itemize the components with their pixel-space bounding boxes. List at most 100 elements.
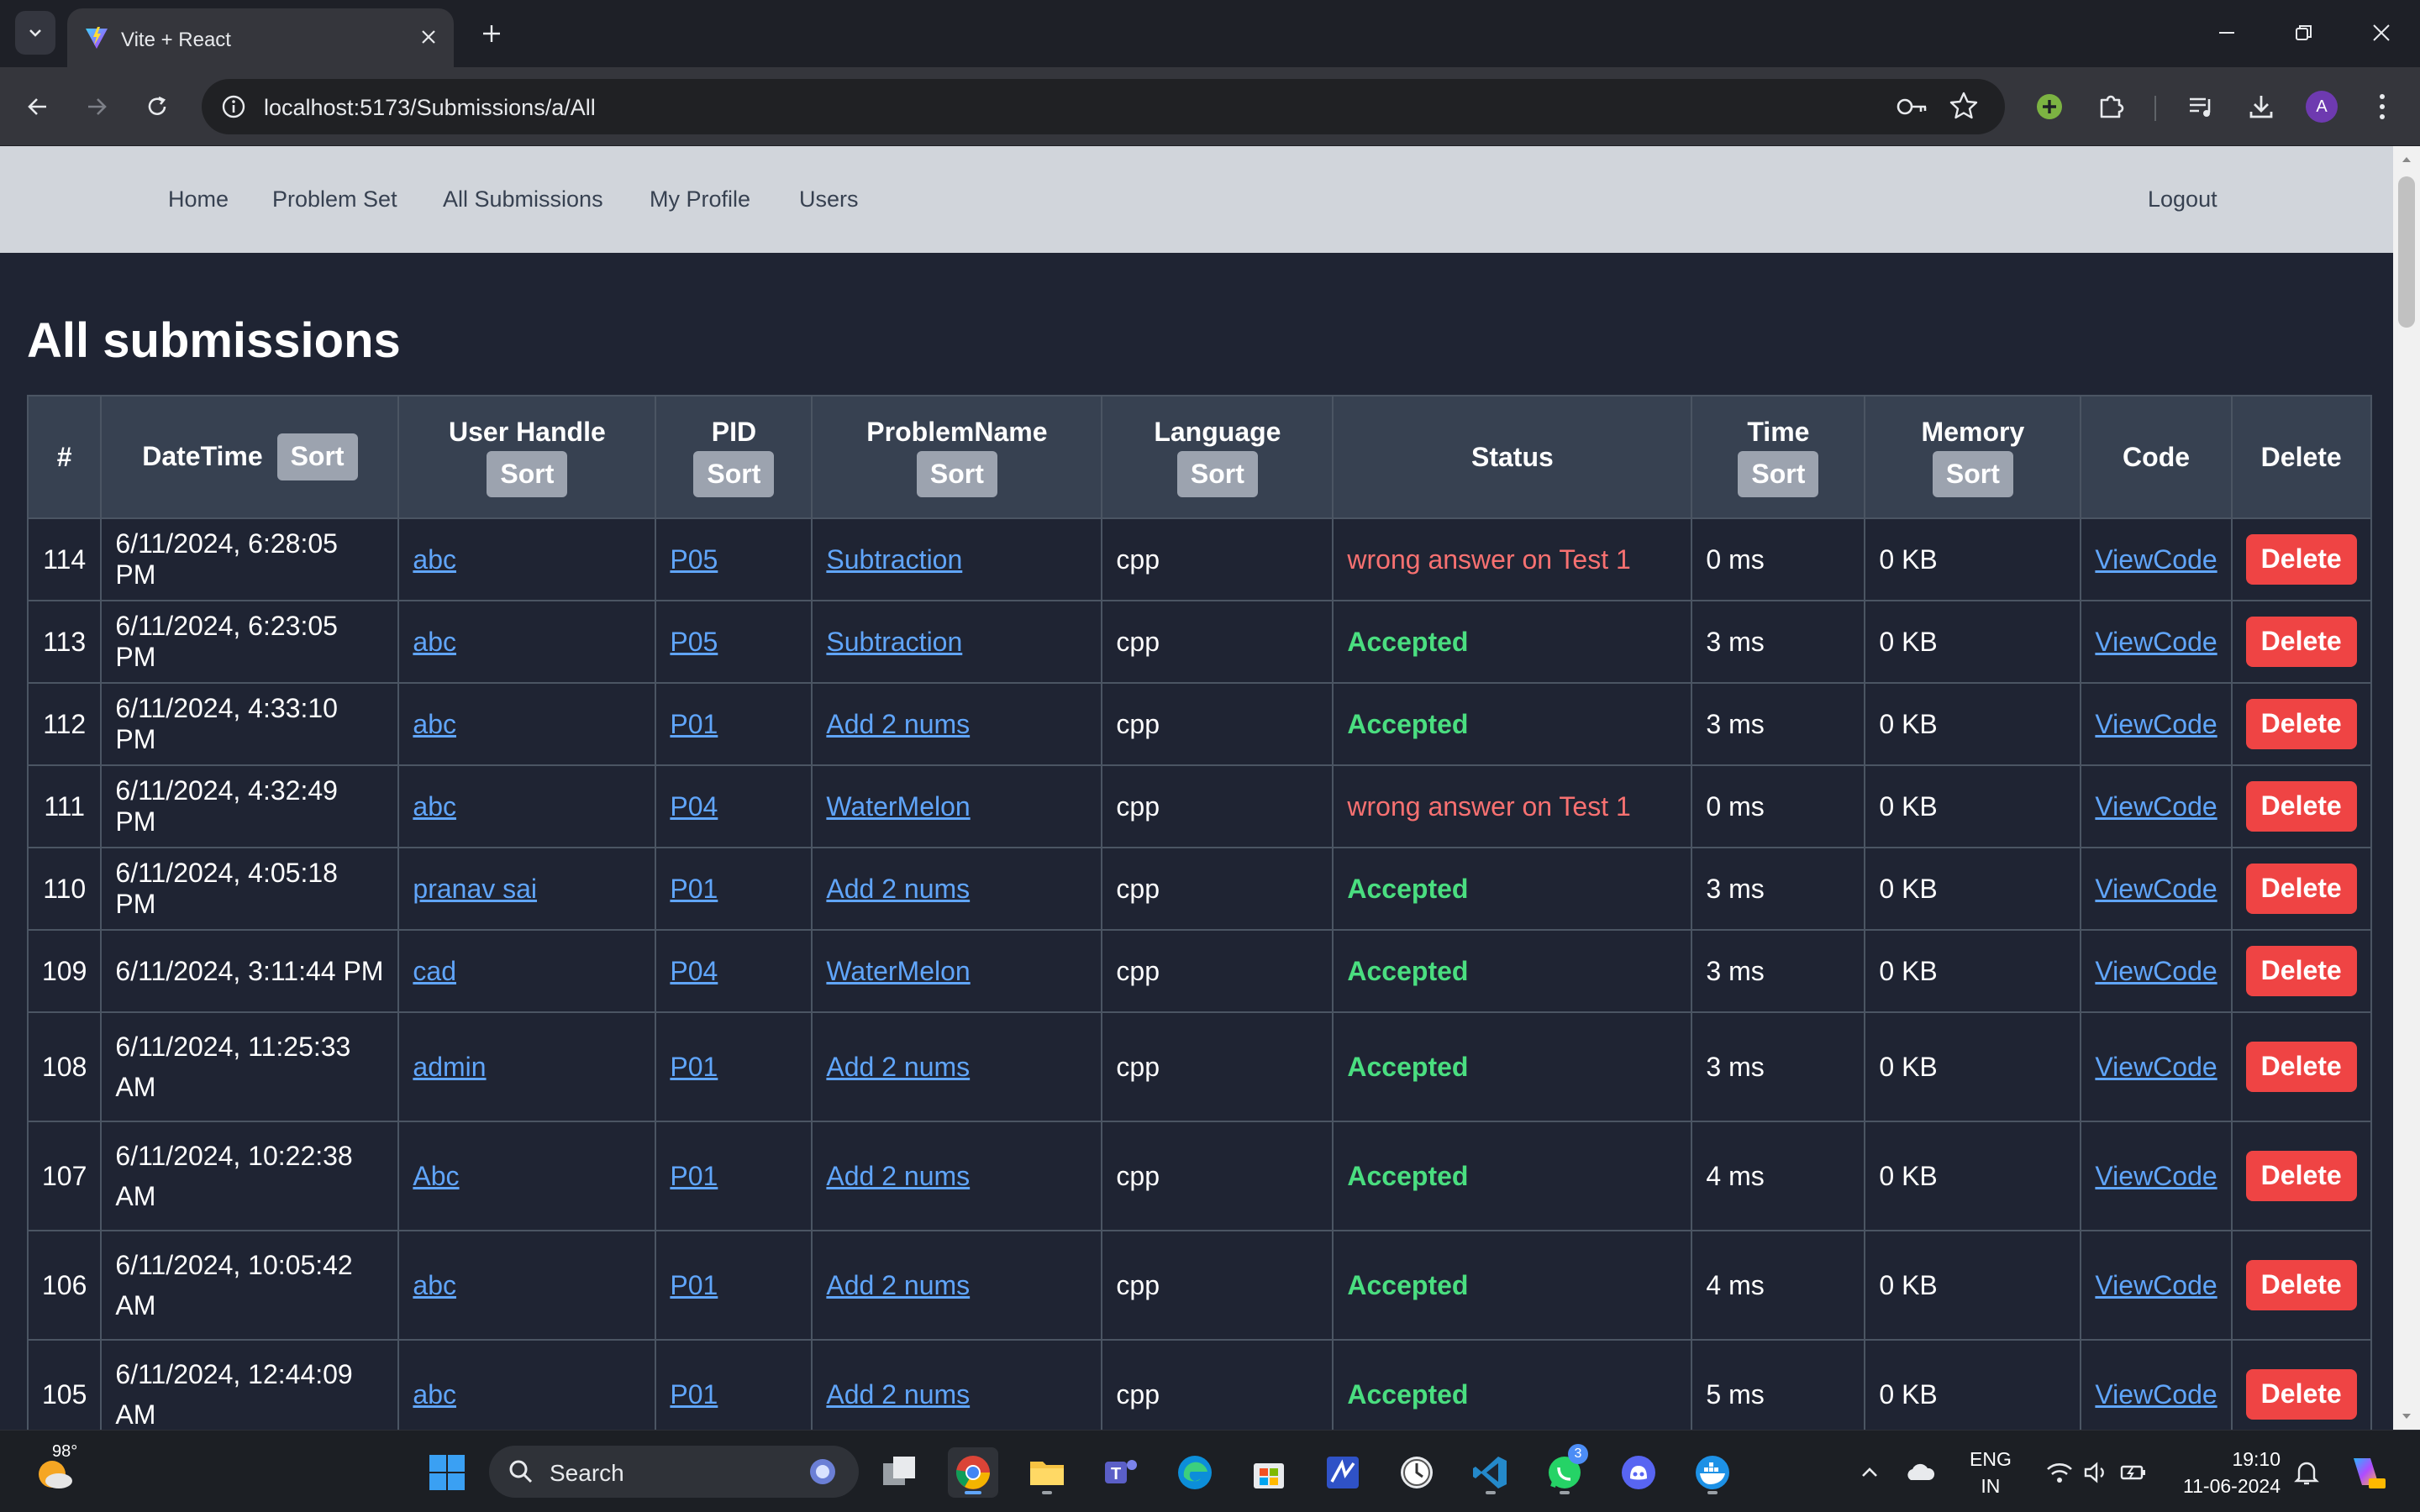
view-code-link[interactable]: ViewCode [2095,1270,2217,1300]
start-button[interactable] [422,1447,472,1498]
tab-search-button[interactable] [15,11,55,55]
nav-link-problem-set[interactable]: Problem Set [272,186,397,213]
copilot-button[interactable] [2341,1447,2391,1498]
reload-button[interactable] [136,86,178,128]
taskbar-store[interactable] [1244,1447,1294,1498]
delete-button[interactable]: Delete [2245,1369,2357,1420]
scroll-up-icon[interactable] [2400,153,2413,166]
view-code-link[interactable]: ViewCode [2095,956,2217,986]
extensions-menu-button[interactable] [2089,84,2134,129]
sort-time-button[interactable]: Sort [1738,450,1819,498]
tab-close-button[interactable] [413,22,444,52]
user-handle-link[interactable]: abc [413,544,456,575]
user-handle-link[interactable]: abc [413,709,456,739]
view-code-link[interactable]: ViewCode [2095,1161,2217,1191]
nav-link-my-profile[interactable]: My Profile [650,186,750,213]
pid-link[interactable]: P01 [670,1270,718,1300]
logout-link[interactable]: Logout [2148,186,2217,213]
pid-link[interactable]: P01 [670,1379,718,1410]
delete-button[interactable]: Delete [2245,534,2357,585]
quick-settings-button[interactable] [2033,1447,2160,1498]
problem-name-link[interactable]: Add 2 nums [826,874,970,904]
taskbar-teams[interactable]: T [1096,1447,1146,1498]
extension-button[interactable] [2027,84,2072,129]
browser-tab-active[interactable]: Vite + React [67,8,454,67]
scroll-down-icon[interactable] [2400,1410,2413,1423]
user-handle-link[interactable]: abc [413,791,456,822]
onedrive-button[interactable] [1899,1447,1941,1498]
taskbar-discord[interactable] [1613,1447,1664,1498]
forward-button[interactable] [76,86,118,128]
delete-button[interactable]: Delete [2245,864,2357,914]
sort-datetime-button[interactable]: Sort [276,433,358,480]
user-handle-link[interactable]: Abc [413,1161,459,1191]
profile-button[interactable]: A [2299,84,2344,129]
user-handle-link[interactable]: abc [413,1379,456,1410]
address-bar[interactable]: localhost:5173/Submissions/a/All [202,79,2005,134]
user-handle-link[interactable]: abc [413,1270,456,1300]
pid-link[interactable]: P05 [670,544,718,575]
view-code-link[interactable]: ViewCode [2095,544,2217,575]
url-text[interactable]: localhost:5173/Submissions/a/All [264,95,596,121]
delete-button[interactable]: Delete [2245,781,2357,832]
sort-pid-button[interactable]: Sort [693,450,775,498]
problem-name-link[interactable]: Subtraction [826,627,962,657]
view-code-link[interactable]: ViewCode [2095,627,2217,657]
taskbar-app-editor[interactable] [1318,1447,1368,1498]
pid-link[interactable]: P01 [670,1161,718,1191]
taskbar-edge[interactable] [1170,1447,1220,1498]
view-code-link[interactable]: ViewCode [2095,709,2217,739]
view-code-link[interactable]: ViewCode [2095,791,2217,822]
delete-button[interactable]: Delete [2245,617,2357,667]
page-scrollbar[interactable] [2393,146,2420,1430]
downloads-button[interactable] [2238,84,2284,129]
view-code-link[interactable]: ViewCode [2095,1052,2217,1082]
bookmark-star-icon[interactable] [1948,90,1980,122]
user-handle-link[interactable]: pranav sai [413,874,537,904]
delete-button[interactable]: Delete [2245,699,2357,749]
back-button[interactable] [17,86,59,128]
password-key-icon[interactable] [1896,91,1929,123]
problem-name-link[interactable]: Add 2 nums [826,1161,970,1191]
task-view-button[interactable] [874,1447,924,1498]
close-window-button[interactable] [2356,13,2407,52]
problem-name-link[interactable]: Add 2 nums [826,1052,970,1082]
new-tab-button[interactable] [473,15,510,52]
pid-link[interactable]: P04 [670,791,718,822]
pid-link[interactable]: P05 [670,627,718,657]
taskbar-clock-app[interactable] [1392,1447,1442,1498]
problem-name-link[interactable]: Subtraction [826,544,962,575]
view-code-link[interactable]: ViewCode [2095,1379,2217,1410]
sort-problem-button[interactable]: Sort [916,450,997,498]
taskbar-search[interactable]: Search [489,1446,859,1498]
sort-memory-button[interactable]: Sort [1932,450,2013,498]
site-info-button[interactable] [213,87,254,127]
pid-link[interactable]: P01 [670,1052,718,1082]
delete-button[interactable]: Delete [2245,946,2357,996]
pid-link[interactable]: P01 [670,874,718,904]
sort-language-button[interactable]: Sort [1176,450,1258,498]
taskbar-vscode[interactable] [1465,1447,1516,1498]
taskbar-file-explorer[interactable] [1022,1447,1072,1498]
taskbar-clock[interactable]: 19:10 11-06-2024 [2171,1446,2281,1499]
nav-link-home[interactable]: Home [168,186,229,213]
delete-button[interactable]: Delete [2245,1151,2357,1201]
view-code-link[interactable]: ViewCode [2095,874,2217,904]
delete-button[interactable]: Delete [2245,1260,2357,1310]
taskbar-docker[interactable] [1687,1447,1738,1498]
user-handle-link[interactable]: abc [413,627,456,657]
user-handle-link[interactable]: cad [413,956,456,986]
sort-user-button[interactable]: Sort [487,450,568,498]
user-handle-link[interactable]: admin [413,1052,486,1082]
delete-button[interactable]: Delete [2245,1042,2357,1092]
problem-name-link[interactable]: WaterMelon [826,956,970,986]
nav-link-all-submissions[interactable]: All Submissions [443,186,603,213]
browser-menu-button[interactable] [2360,84,2405,129]
taskbar-whatsapp[interactable]: 3 [1539,1444,1590,1498]
minimize-button[interactable] [2202,13,2252,52]
problem-name-link[interactable]: Add 2 nums [826,1379,970,1410]
taskbar-chrome[interactable] [948,1447,998,1498]
nav-link-users[interactable]: Users [799,186,859,213]
language-indicator[interactable]: ENG IN [1970,1446,2012,1499]
notifications-button[interactable] [2287,1447,2326,1498]
